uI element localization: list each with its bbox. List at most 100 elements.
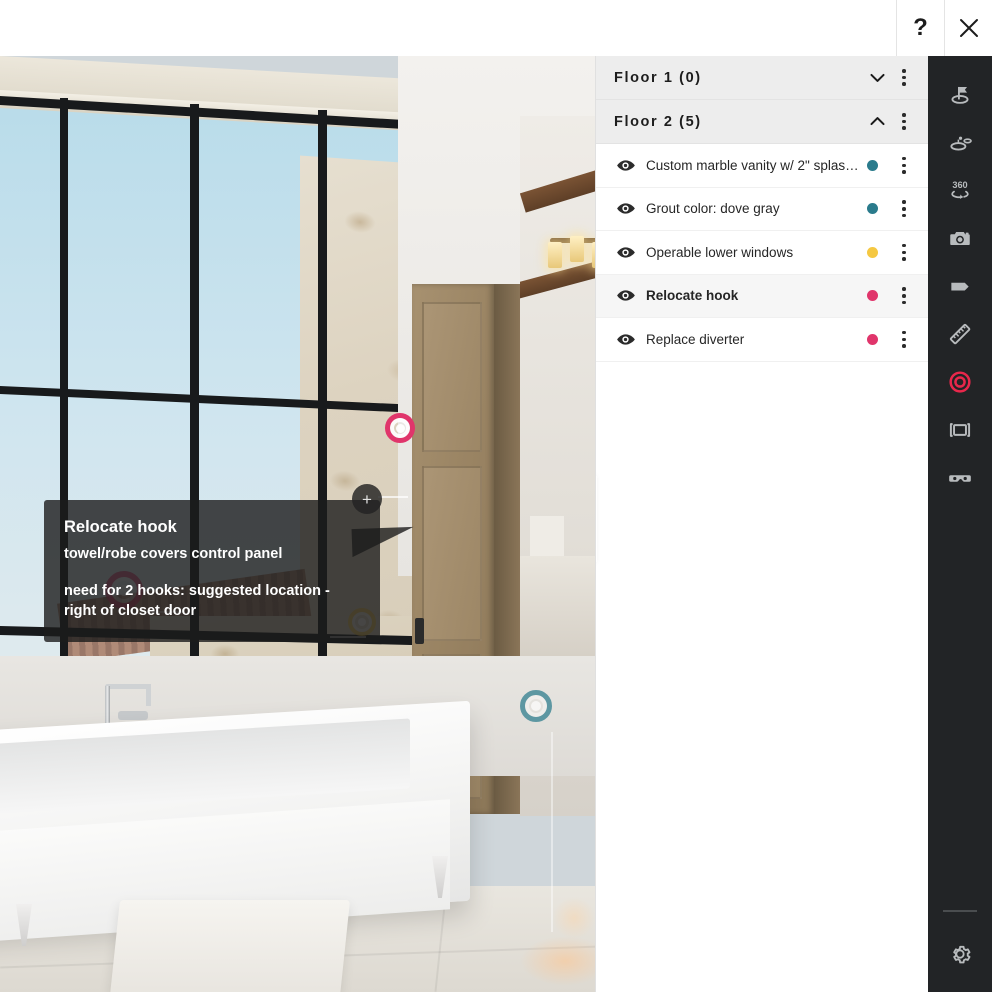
360-icon: 360 (951, 180, 969, 199)
floor-group-title: Floor 2 (5) (614, 113, 702, 130)
callout-line-2: need for 2 hooks: suggested location - r… (64, 582, 330, 620)
tool-settings[interactable] (928, 930, 992, 978)
note-visibility-toggle[interactable] (610, 156, 640, 175)
note-label: Relocate hook (646, 288, 739, 304)
floor-group-list: Floor 1 (0) Floor 2 (5) Custom marble va… (596, 56, 928, 362)
ruler-icon (949, 323, 971, 345)
eye-icon (616, 160, 635, 171)
eye-icon (616, 203, 635, 214)
tool-panorama[interactable] (928, 406, 992, 454)
kebab-dots (902, 111, 906, 131)
note-row[interactable]: Custom marble vanity w/ 2" splash... (596, 144, 928, 188)
marker-relocate-hook[interactable] (385, 413, 415, 443)
kebab-dots (902, 199, 906, 219)
points-orbit-icon (950, 136, 972, 151)
note-row[interactable]: Operable lower windows (596, 231, 928, 275)
vr-goggles-icon (949, 475, 971, 482)
chandelier-lamp (570, 236, 584, 262)
note-menu-button[interactable] (892, 187, 916, 231)
note-label: Grout color: dove gray (646, 201, 780, 217)
svg-text:360: 360 (952, 180, 967, 190)
door-panel (422, 302, 482, 452)
kebab-dots (902, 67, 906, 87)
note-visibility-toggle[interactable] (610, 199, 640, 218)
chandelier-lamp (548, 242, 562, 268)
toolbar-divider (943, 910, 977, 912)
tool-ruler[interactable] (928, 310, 992, 358)
note-row-selected[interactable]: Relocate hook (596, 274, 928, 318)
note-menu-button[interactable] (892, 143, 916, 187)
floor-group-menu-button[interactable] (892, 100, 916, 144)
callout-line-1: towel/robe covers control panel (64, 546, 283, 562)
kebab-dots (902, 242, 906, 262)
door-panel (422, 466, 482, 641)
tub-basin (0, 718, 410, 815)
camera-icon (950, 232, 970, 246)
bath-mat (109, 900, 351, 992)
floor-group-menu-button[interactable] (892, 56, 916, 100)
note-visibility-toggle[interactable] (610, 286, 640, 305)
note-menu-button[interactable] (892, 317, 916, 361)
question-mark-icon: ? (913, 14, 928, 41)
callout-anchor-stem (378, 496, 408, 498)
annotation-list-panel: Floor 1 (0) Floor 2 (5) Custom marble va… (595, 56, 928, 992)
note-menu-button[interactable] (892, 230, 916, 274)
help-button[interactable]: ? (896, 0, 944, 56)
tool-tag[interactable] (928, 262, 992, 310)
chevron-up-icon (869, 117, 885, 126)
chevron-down-icon (869, 73, 885, 82)
note-status-dot (867, 290, 878, 302)
close-icon (959, 19, 978, 37)
marker-ring (385, 413, 415, 443)
tool-measure-points[interactable] (928, 118, 992, 166)
toolbar-tool-list: 360 (928, 56, 992, 502)
marker-core (531, 701, 541, 711)
gear-icon (953, 945, 971, 964)
door-handle (415, 618, 424, 644)
callout-spacer (64, 565, 360, 581)
note-menu-button[interactable] (892, 274, 916, 318)
note-status-dot (867, 246, 878, 258)
target-ring-icon (949, 371, 971, 393)
tag-icon (951, 282, 969, 291)
floor-group-title: Floor 1 (0) (614, 69, 702, 86)
tool-flag-marker[interactable] (928, 70, 992, 118)
floor-group-toggle[interactable] (862, 56, 892, 100)
annotation-callout[interactable]: Relocate hook towel/robe covers control … (44, 500, 380, 642)
note-status-dot (867, 203, 878, 215)
tool-vr[interactable] (928, 454, 992, 502)
marker-ring (520, 690, 552, 722)
kebab-dots (902, 155, 906, 175)
kebab-dots (902, 286, 906, 306)
note-visibility-toggle[interactable] (610, 330, 640, 349)
note-row[interactable]: Grout color: dove gray (596, 187, 928, 231)
close-button[interactable] (944, 0, 992, 56)
flag-pin-icon (951, 86, 969, 104)
note-row[interactable]: Replace diverter (596, 318, 928, 362)
floor-group-toggle[interactable] (862, 100, 892, 144)
eye-icon (616, 334, 635, 345)
tool-camera[interactable] (928, 214, 992, 262)
note-status-dot (867, 333, 878, 345)
tub-filler-spout (105, 684, 151, 706)
table-lamp (530, 516, 564, 558)
marker-teal[interactable] (520, 690, 552, 722)
add-crosshair-icon[interactable]: + (352, 484, 382, 514)
lens-flare (552, 896, 596, 940)
note-label: Replace diverter (646, 331, 745, 347)
tool-annotation[interactable] (928, 358, 992, 406)
kebab-dots (902, 329, 906, 349)
callout-title: Relocate hook (64, 518, 177, 536)
callout-body: towel/robe covers control panel need for… (64, 544, 360, 622)
panel-collapse-handle[interactable] (596, 476, 597, 562)
note-visibility-toggle[interactable] (610, 243, 640, 262)
floor-group-header[interactable]: Floor 2 (5) (596, 100, 928, 144)
top-header-bar: ? (0, 0, 992, 56)
eye-icon (616, 247, 635, 258)
header-action-group: ? (896, 0, 992, 56)
eye-icon (616, 290, 635, 301)
floor-group-header[interactable]: Floor 1 (0) (596, 56, 928, 100)
marker-core (395, 423, 405, 433)
handshower (118, 711, 148, 720)
tool-360-view[interactable]: 360 (928, 166, 992, 214)
